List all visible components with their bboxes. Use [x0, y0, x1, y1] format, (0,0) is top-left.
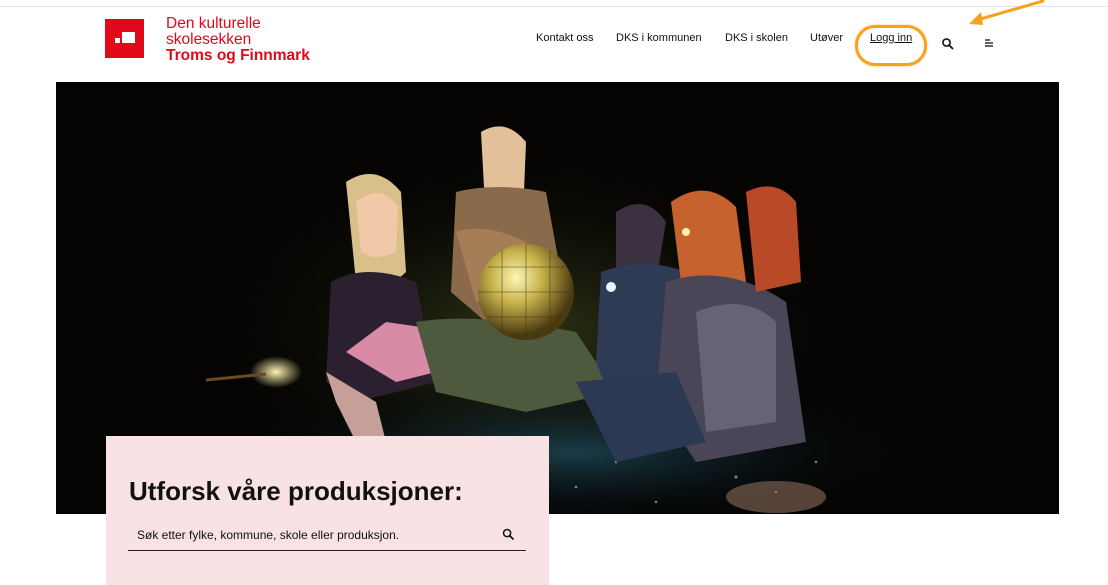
logo-text: Den kulturelle skolesekken Troms og Finn…: [166, 16, 310, 64]
logo-line-1: Den kulturelle: [166, 15, 261, 32]
arrow-icon: [969, 0, 1045, 25]
nav-item-utover[interactable]: Utøver: [810, 32, 843, 44]
login-highlight-circle: [855, 25, 927, 66]
search-icon[interactable]: [940, 36, 956, 52]
search-heading: Utforsk våre produksjoner:: [129, 476, 463, 506]
logo-line-3: Troms og Finnmark: [166, 47, 310, 64]
search-panel: Utforsk våre produksjoner:: [106, 436, 549, 585]
logo-line-2: skolesekken: [166, 31, 252, 48]
nav-item-dks-i-skolen[interactable]: DKS i skolen: [725, 32, 788, 44]
top-border: [0, 6, 1108, 7]
logo-icon: [105, 19, 144, 58]
search-icon[interactable]: [501, 527, 516, 542]
search-field: [128, 520, 526, 551]
nav-item-kontakt-oss[interactable]: Kontakt oss: [536, 32, 593, 44]
search-input[interactable]: [128, 527, 499, 543]
nav-item-dks-i-kommunen[interactable]: DKS i kommunen: [616, 32, 702, 44]
site-logo[interactable]: Den kulturelle skolesekken Troms og Finn…: [105, 16, 310, 64]
menu-icon[interactable]: [982, 36, 996, 52]
